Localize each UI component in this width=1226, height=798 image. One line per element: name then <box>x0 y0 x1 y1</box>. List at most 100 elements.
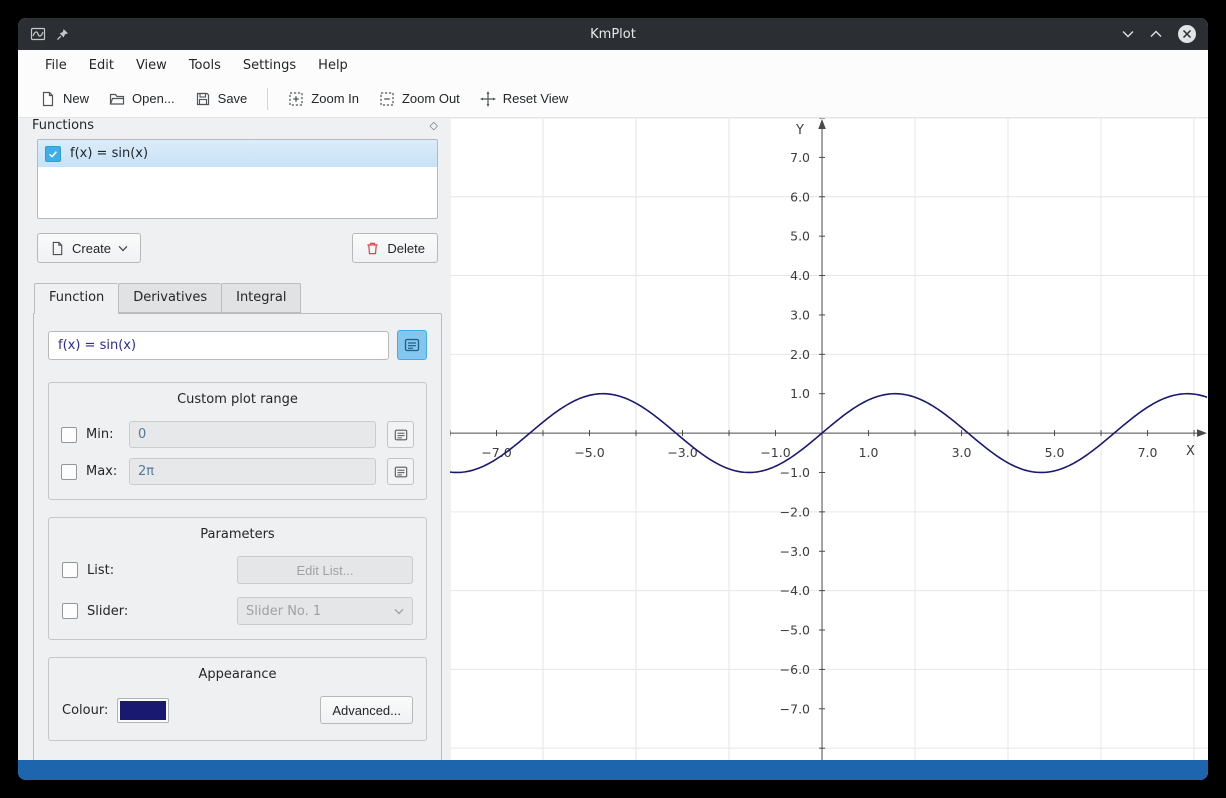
chevron-down-icon <box>118 245 128 252</box>
open-button[interactable]: Open... <box>99 85 185 113</box>
zoom-in-label: Zoom In <box>311 91 359 106</box>
slider-label: Slider: <box>87 604 128 619</box>
svg-text:6.0: 6.0 <box>790 189 810 204</box>
plot-svg: −7.0 −5.0 −3.0 −1.0 1.0 3.0 5.0 7.0 −7.0 −6.0 −5.0… <box>450 118 1208 760</box>
create-icon <box>50 241 65 256</box>
custom-plot-range-group: Custom plot range Min: <box>48 382 427 500</box>
svg-text:−7.0: −7.0 <box>481 445 511 460</box>
zoom-out-icon <box>379 91 395 107</box>
colour-label: Colour: <box>62 703 108 718</box>
app-icon <box>30 26 46 42</box>
zoom-out-label: Zoom Out <box>402 91 460 106</box>
svg-text:3.0: 3.0 <box>790 307 810 322</box>
max-editor-icon <box>394 465 408 479</box>
slider-checkbox[interactable] <box>62 603 78 619</box>
svg-text:1.0: 1.0 <box>859 445 879 460</box>
reset-view-icon <box>480 91 496 107</box>
svg-text:7.0: 7.0 <box>790 150 810 165</box>
menu-settings[interactable]: Settings <box>232 53 307 78</box>
parameters-title: Parameters <box>61 527 414 542</box>
trash-icon <box>365 241 380 256</box>
toolbar: New Open... Save Zoom In Zoom Out <box>18 80 1208 118</box>
svg-text:5.0: 5.0 <box>790 229 810 244</box>
window-title: KmPlot <box>18 27 1208 42</box>
max-checkbox[interactable] <box>61 464 77 480</box>
zoom-in-button[interactable]: Zoom In <box>278 85 369 113</box>
max-label: Max: <box>86 464 124 479</box>
edit-list-button[interactable]: Edit List... <box>237 556 413 584</box>
svg-text:−7.0: −7.0 <box>780 701 810 716</box>
custom-plot-range-title: Custom plot range <box>61 392 414 407</box>
function-visible-checkbox[interactable] <box>45 146 61 162</box>
close-button[interactable] <box>1178 25 1196 43</box>
dock-float-icon[interactable]: ◇ <box>430 119 438 132</box>
function-list-item[interactable]: f(x) = sin(x) <box>38 140 437 167</box>
svg-text:Y: Y <box>795 123 804 138</box>
function-tab-panel: Custom plot range Min: <box>33 313 442 760</box>
svg-text:3.0: 3.0 <box>952 445 972 460</box>
dropdown-chevron-icon <box>394 608 404 615</box>
menu-tools[interactable]: Tools <box>178 53 232 78</box>
titlebar[interactable]: KmPlot <box>18 18 1208 50</box>
min-checkbox[interactable] <box>61 427 77 443</box>
equation-editor-button[interactable] <box>397 330 427 360</box>
open-label: Open... <box>132 91 175 106</box>
new-label: New <box>63 91 89 106</box>
svg-text:−5.0: −5.0 <box>780 623 810 638</box>
menu-edit[interactable]: Edit <box>78 53 125 78</box>
list-label: List: <box>87 563 114 578</box>
svg-text:−2.0: −2.0 <box>780 504 810 519</box>
save-icon <box>195 91 211 107</box>
delete-label: Delete <box>387 241 425 256</box>
menu-help[interactable]: Help <box>307 53 359 78</box>
equation-row <box>48 330 427 360</box>
parameters-group: Parameters List: Edit List... Slider: Sl… <box>48 517 427 640</box>
advanced-button[interactable]: Advanced... <box>320 696 413 724</box>
equation-input[interactable] <box>48 331 389 360</box>
delete-button[interactable]: Delete <box>352 233 438 263</box>
new-button[interactable]: New <box>30 85 99 113</box>
min-input[interactable] <box>129 421 376 448</box>
menu-file[interactable]: File <box>34 53 78 78</box>
shade-button[interactable] <box>1122 30 1134 38</box>
max-input[interactable] <box>129 458 376 485</box>
svg-text:−1.0: −1.0 <box>780 465 810 480</box>
svg-text:7.0: 7.0 <box>1138 445 1158 460</box>
reset-view-label: Reset View <box>503 91 569 106</box>
tab-derivatives[interactable]: Derivatives <box>118 283 221 313</box>
equation-editor-icon <box>404 337 420 353</box>
create-button[interactable]: Create <box>37 233 141 263</box>
save-button[interactable]: Save <box>185 85 258 113</box>
zoom-out-button[interactable]: Zoom Out <box>369 85 470 113</box>
min-label: Min: <box>86 427 124 442</box>
menu-view[interactable]: View <box>125 53 178 78</box>
tab-integral[interactable]: Integral <box>221 283 301 313</box>
svg-text:−5.0: −5.0 <box>574 445 604 460</box>
svg-text:1.0: 1.0 <box>790 386 810 401</box>
reset-view-button[interactable]: Reset View <box>470 85 579 113</box>
slider-dropdown[interactable]: Slider No. 1 <box>237 597 413 625</box>
colour-swatch-button[interactable] <box>117 698 169 723</box>
appearance-row: Colour: Advanced... <box>62 696 413 724</box>
save-label: Save <box>218 91 248 106</box>
svg-text:X: X <box>1186 444 1195 459</box>
min-editor-button[interactable] <box>387 421 414 448</box>
pin-icon[interactable] <box>55 27 70 42</box>
maximize-button[interactable] <box>1150 30 1162 38</box>
list-checkbox[interactable] <box>62 562 78 578</box>
main-area: Functions ◇ f(x) = sin(x) <box>18 118 1208 760</box>
tab-function[interactable]: Function <box>34 283 118 314</box>
svg-text:−6.0: −6.0 <box>780 662 810 677</box>
svg-text:−3.0: −3.0 <box>780 544 810 559</box>
max-editor-button[interactable] <box>387 458 414 485</box>
svg-text:−4.0: −4.0 <box>780 583 810 598</box>
function-actions: Create Delete <box>37 233 438 263</box>
functions-dock: Functions ◇ f(x) = sin(x) <box>18 118 450 760</box>
plot-area[interactable]: −7.0 −5.0 −3.0 −1.0 1.0 3.0 5.0 7.0 −7.0 −6.0 −5.0… <box>450 118 1208 760</box>
svg-text:4.0: 4.0 <box>790 268 810 283</box>
svg-text:−1.0: −1.0 <box>760 445 790 460</box>
function-tabs: Function Derivatives Integral <box>34 283 442 313</box>
slider-row: Slider: Slider No. 1 <box>62 597 413 625</box>
kmplot-window: KmPlot File Edit View Tools Settings Hel… <box>18 18 1208 780</box>
function-list: f(x) = sin(x) <box>37 139 438 219</box>
